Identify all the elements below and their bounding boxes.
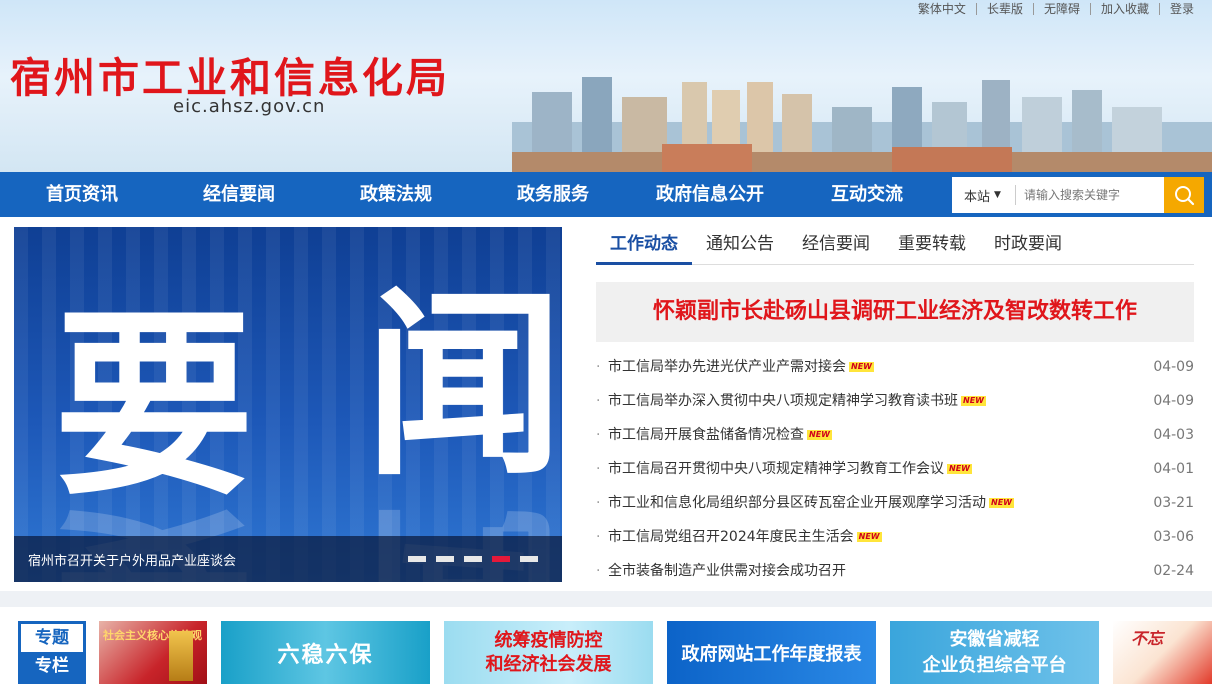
special-column-label: 专题 专栏 [18,621,86,684]
news-list-item[interactable]: · 市工信局党组召开2024年度民主生活会 NEW 03-06 [596,520,1194,554]
link-elder-version[interactable]: 长辈版 [975,3,1033,15]
search-box: 本站 ▼ [952,177,1204,213]
news-title: 市工信局举办先进光伏产业产需对接会 [608,359,846,375]
tab-2[interactable]: 经信要闻 [788,227,884,265]
nav-item-home-news[interactable]: 首页资讯 [26,172,138,217]
chevron-down-icon: ▼ [994,190,1001,200]
news-date: 03-21 [1153,495,1194,511]
banner-epidemic-line1: 统筹疫情防控 [494,629,603,651]
special-column-section: 专题 专栏 社会主义核心价值观 六稳六保 统筹疫情防控 和经济社会发展 政府网站… [0,607,1212,698]
banner-burden-line1: 安徽省减轻 [949,628,1040,650]
carousel-dot-2[interactable] [436,556,454,562]
tab-3[interactable]: 重要转载 [884,227,980,265]
news-title: 市工信局党组召开2024年度民主生活会 [608,529,854,545]
news-carousel[interactable]: 要 闻 要 闻 宿州市召开关于户外用品产业座谈会 [14,227,562,582]
banner-annual-report[interactable]: 政府网站工作年度报表 [667,621,876,684]
nav-item-interaction[interactable]: 互动交流 [811,172,923,217]
news-date: 04-03 [1153,427,1194,443]
site-header: 繁体中文 长辈版 无障碍 加入收藏 登录 宿州市工业和信息化局 eic.ahsz… [0,0,1212,172]
carousel-dot-1[interactable] [408,556,426,562]
city-skyline-image [512,77,1212,172]
bullet-icon: · [596,427,601,443]
carousel-dot-5[interactable] [520,556,538,562]
bullet-icon: · [596,359,601,375]
bullet-icon: · [596,393,601,409]
carousel-panel: 要 闻 要 闻 宿州市召开关于户外用品产业座谈会 [0,217,586,591]
news-list-item[interactable]: · 市工信局举办先进光伏产业产需对接会 NEW 04-09 [596,350,1194,384]
link-add-favorite[interactable]: 加入收藏 [1089,3,1159,15]
banner-partial-text: 不忘 [1131,629,1164,648]
news-date: 04-01 [1153,461,1194,477]
carousel-big-char-2: 闻 [364,270,562,503]
news-date: 04-09 [1153,393,1194,409]
news-tabs: 工作动态 通知公告 经信要闻 重要转载 时政要闻 [596,227,1194,265]
news-list: · 市工信局举办先进光伏产业产需对接会 NEW 04-09 · 市工信局举办深入贯彻中央八… [596,350,1194,588]
bullet-icon: · [596,529,601,545]
new-badge-icon: NEW [961,396,986,406]
site-title[interactable]: 宿州市工业和信息化局 [10,44,450,104]
news-list-item[interactable]: · 市工业和信息化局组织部分县区砖瓦窑企业开展观摩学习活动 NEW 03-21 [596,486,1194,520]
tower-graphic [169,631,193,681]
new-badge-icon: NEW [989,498,1014,508]
banner-burden-line2: 企业负担综合平台 [922,654,1067,676]
banner-epidemic-line2: 和经济社会发展 [485,653,612,675]
news-date: 04-09 [1153,359,1194,375]
news-title: 市工信局开展食盐储备情况检查 [608,427,804,443]
carousel-caption[interactable]: 宿州市召开关于户外用品产业座谈会 [28,550,236,569]
news-list-item[interactable]: · 市工信局开展食盐储备情况检查 NEW 04-03 [596,418,1194,452]
banner-burden-reduction[interactable]: 安徽省减轻 企业负担综合平台 [890,621,1099,684]
new-badge-icon: NEW [947,464,972,474]
news-title: 全市装备制造产业供需对接会成功召开 [608,563,846,579]
bullet-icon: · [596,461,601,477]
special-label-bottom: 专栏 [35,656,69,676]
search-scope-select[interactable]: 本站 ▼ [952,185,1016,205]
main-nav: 首页资讯 经信要闻 政策法规 政务服务 政府信息公开 互动交流 本站 ▼ [0,172,1212,217]
bullet-icon: · [596,563,601,579]
nav-item-policy[interactable]: 政策法规 [340,172,452,217]
news-date: 03-06 [1153,529,1194,545]
news-date: 02-24 [1153,563,1194,579]
news-title: 市工业和信息化局组织部分县区砖瓦窑企业开展观摩学习活动 [608,495,986,511]
banner-annual-report-text: 政府网站工作年度报表 [681,643,862,665]
new-badge-icon: NEW [856,532,882,542]
carousel-dot-3[interactable] [464,556,482,562]
search-input[interactable] [1016,180,1162,210]
carousel-dots [408,556,538,562]
news-list-item[interactable]: · 市工信局举办深入贯彻中央八项规定精神学习教育读书班 NEW 04-09 [596,384,1194,418]
site-domain: eic.ahsz.gov.cn [173,96,326,117]
news-list-item[interactable]: · 全市装备制造产业供需对接会成功召开 02-24 [596,554,1194,588]
carousel-caption-bar: 宿州市召开关于户外用品产业座谈会 [14,536,562,582]
news-panel: 工作动态 通知公告 经信要闻 重要转载 时政要闻 怀颖副市长赴砀山县调研工业经济及智改数… [586,217,1212,591]
new-badge-icon: NEW [849,362,874,372]
link-traditional-chinese[interactable]: 繁体中文 [908,3,976,15]
special-label-top: 专题 [21,624,83,652]
nav-item-gov-service[interactable]: 政务服务 [497,172,609,217]
banner-six-stability[interactable]: 六稳六保 [221,621,430,684]
news-title: 市工信局举办深入贯彻中央八项规定精神学习教育读书班 [608,393,958,409]
search-icon [1175,186,1195,206]
search-button[interactable] [1164,177,1204,213]
banner-partial[interactable]: 不忘 [1113,621,1212,684]
carousel-dot-4[interactable] [492,556,510,562]
link-accessibility[interactable]: 无障碍 [1032,3,1090,15]
banner-six-stability-text: 六稳六保 [277,642,374,668]
new-badge-icon: NEW [807,430,832,440]
nav-item-economic-news[interactable]: 经信要闻 [183,172,295,217]
headline-news[interactable]: 怀颖副市长赴砀山县调研工业经济及智改数转工作 [596,282,1194,342]
tab-0[interactable]: 工作动态 [596,227,692,265]
tab-1[interactable]: 通知公告 [692,227,788,265]
carousel-big-char-1: 要 [54,290,255,523]
top-utility-bar: 繁体中文 长辈版 无障碍 加入收藏 登录 [908,0,1204,18]
search-scope-label: 本站 [964,189,991,205]
news-list-item[interactable]: · 市工信局召开贯彻中央八项规定精神学习教育工作会议 NEW 04-01 [596,452,1194,486]
banner-epidemic-economy[interactable]: 统筹疫情防控 和经济社会发展 [444,621,653,684]
bullet-icon: · [596,495,601,511]
banner-core-values[interactable]: 社会主义核心价值观 [99,621,207,684]
nav-item-gov-info[interactable]: 政府信息公开 [640,172,780,217]
link-login[interactable]: 登录 [1158,3,1204,15]
tab-4[interactable]: 时政要闻 [980,227,1076,265]
news-title: 市工信局召开贯彻中央八项规定精神学习教育工作会议 [608,461,944,477]
